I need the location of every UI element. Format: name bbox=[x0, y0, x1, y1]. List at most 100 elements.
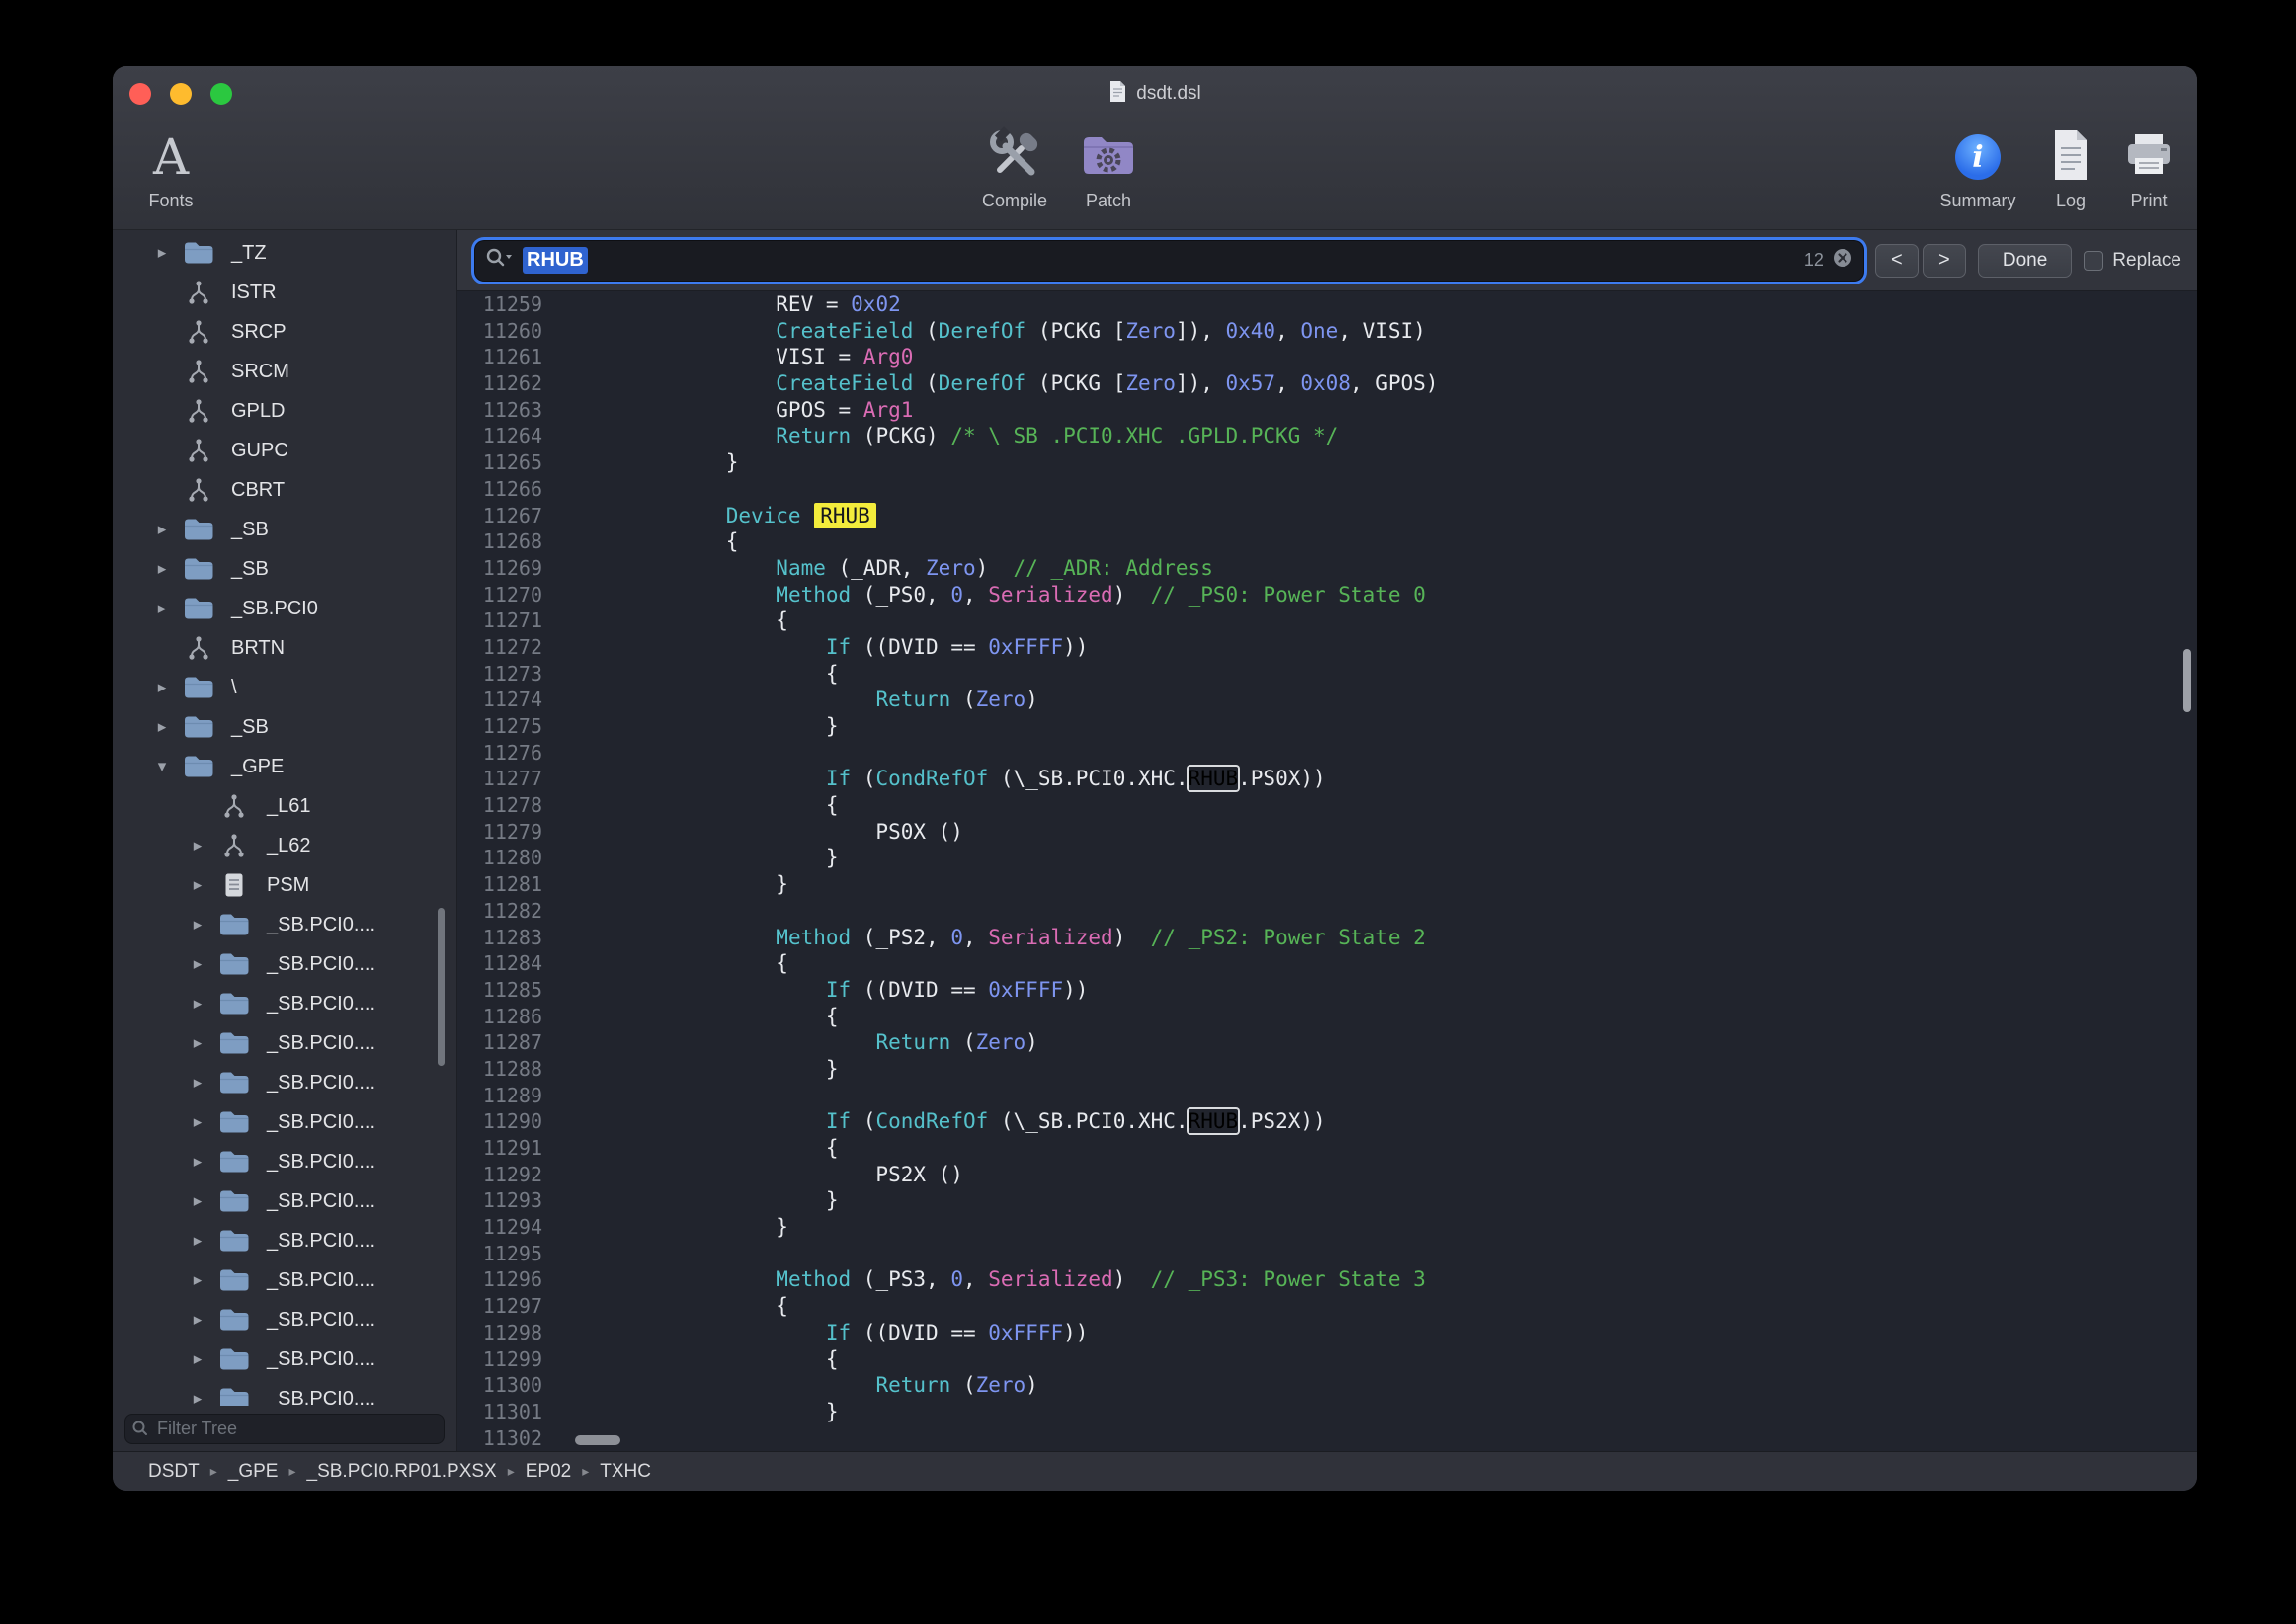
code-line[interactable]: 11298 If ((DVID == 0xFFFF)) bbox=[457, 1320, 2197, 1346]
code-line[interactable]: 11292 PS2X () bbox=[457, 1162, 2197, 1188]
tree-item[interactable]: SRCM bbox=[113, 352, 456, 391]
code-line[interactable]: 11269 Name (_ADR, Zero) // _ADR: Address bbox=[457, 555, 2197, 582]
code-line[interactable]: 11284 { bbox=[457, 950, 2197, 977]
tree-item[interactable]: ▸_TZ bbox=[113, 233, 456, 273]
tree-item[interactable]: _L61 bbox=[113, 786, 456, 826]
code-line[interactable]: 11296 Method (_PS3, 0, Serialized) // _P… bbox=[457, 1266, 2197, 1293]
code-line[interactable]: 11286 { bbox=[457, 1004, 2197, 1030]
patch-button[interactable]: Patch bbox=[1061, 122, 1156, 211]
code-line[interactable]: 11260 CreateField (DerefOf (PCKG [Zero])… bbox=[457, 318, 2197, 345]
code-line[interactable]: 11289 bbox=[457, 1083, 2197, 1109]
disclosure-triangle-icon[interactable]: ▸ bbox=[184, 875, 211, 895]
breadcrumb-item[interactable]: _SB.PCI0.RP01.PXSX bbox=[307, 1461, 497, 1483]
compile-button[interactable]: Compile bbox=[960, 122, 1069, 211]
code-line[interactable]: 11270 Method (_PS0, 0, Serialized) // _P… bbox=[457, 582, 2197, 609]
code-line[interactable]: 11264 Return (PCKG) /* \_SB_.PCI0.XHC_.G… bbox=[457, 423, 2197, 449]
disclosure-triangle-icon[interactable]: ▸ bbox=[184, 1112, 211, 1132]
minimize-window-button[interactable] bbox=[170, 83, 192, 105]
search-icon[interactable] bbox=[485, 247, 515, 274]
tree-item[interactable]: ▸_SB.PCI0.... bbox=[113, 944, 456, 984]
code-line[interactable]: 11267 Device RHUB bbox=[457, 503, 2197, 529]
disclosure-triangle-icon[interactable]: ▾ bbox=[148, 757, 176, 776]
disclosure-triangle-icon[interactable]: ▸ bbox=[148, 599, 176, 618]
breadcrumb-item[interactable]: _GPE bbox=[228, 1461, 279, 1483]
tree-item[interactable]: SRCP bbox=[113, 312, 456, 352]
breadcrumb-item[interactable]: DSDT bbox=[148, 1461, 200, 1483]
code-line[interactable]: 11272 If ((DVID == 0xFFFF)) bbox=[457, 634, 2197, 661]
code-line[interactable]: 11287 Return (Zero) bbox=[457, 1029, 2197, 1056]
code-line[interactable]: 11278 { bbox=[457, 792, 2197, 819]
code-line[interactable]: 11280 } bbox=[457, 845, 2197, 871]
disclosure-triangle-icon[interactable]: ▸ bbox=[184, 1191, 211, 1211]
done-button[interactable]: Done bbox=[1978, 244, 2072, 278]
code-line[interactable]: 11282 bbox=[457, 898, 2197, 925]
tree-item[interactable]: ▾_GPE bbox=[113, 747, 456, 786]
tree-item[interactable]: ▸_SB.PCI0.... bbox=[113, 1221, 456, 1260]
tree-item[interactable]: ▸_SB bbox=[113, 549, 456, 589]
disclosure-triangle-icon[interactable]: ▸ bbox=[184, 1310, 211, 1330]
disclosure-triangle-icon[interactable]: ▸ bbox=[184, 1033, 211, 1053]
code-line[interactable]: 11261 VISI = Arg0 bbox=[457, 344, 2197, 370]
code-line[interactable]: 11268 { bbox=[457, 528, 2197, 555]
disclosure-triangle-icon[interactable]: ▸ bbox=[184, 994, 211, 1014]
tree-item[interactable]: GUPC bbox=[113, 431, 456, 470]
disclosure-triangle-icon[interactable]: ▸ bbox=[148, 520, 176, 539]
code-line[interactable]: 11265 } bbox=[457, 449, 2197, 476]
close-window-button[interactable] bbox=[129, 83, 151, 105]
disclosure-triangle-icon[interactable]: ▸ bbox=[184, 1231, 211, 1251]
print-button[interactable]: Print bbox=[2106, 122, 2191, 211]
editor-horizontal-scrollbar[interactable] bbox=[575, 1435, 620, 1445]
breadcrumb-item[interactable]: TXHC bbox=[600, 1461, 651, 1483]
code-line[interactable]: 11290 If (CondRefOf (\_SB.PCI0.XHC.RHUB.… bbox=[457, 1108, 2197, 1135]
code-line[interactable]: 11281 } bbox=[457, 871, 2197, 898]
code-line[interactable]: 11279 PS0X () bbox=[457, 819, 2197, 846]
tree-item[interactable]: ▸_SB bbox=[113, 510, 456, 549]
summary-button[interactable]: i Summary bbox=[1917, 122, 2039, 211]
code-line[interactable]: 11277 If (CondRefOf (\_SB.PCI0.XHC.RHUB.… bbox=[457, 766, 2197, 792]
code-line[interactable]: 11285 If ((DVID == 0xFFFF)) bbox=[457, 977, 2197, 1004]
search-query[interactable]: RHUB bbox=[523, 247, 588, 274]
code-line[interactable]: 11276 bbox=[457, 740, 2197, 767]
disclosure-triangle-icon[interactable]: ▸ bbox=[184, 954, 211, 974]
disclosure-triangle-icon[interactable]: ▸ bbox=[184, 836, 211, 855]
code-line[interactable]: 11283 Method (_PS2, 0, Serialized) // _P… bbox=[457, 925, 2197, 951]
tree-item[interactable]: ▸_SB.PCI0.... bbox=[113, 1102, 456, 1142]
code-line[interactable]: 11274 Return (Zero) bbox=[457, 687, 2197, 713]
disclosure-triangle-icon[interactable]: ▸ bbox=[148, 559, 176, 579]
log-button[interactable]: Log bbox=[2031, 122, 2110, 211]
tree-item[interactable]: ▸_SB.PCI0 bbox=[113, 589, 456, 628]
tree-item[interactable]: ▸_SB.PCI0.... bbox=[113, 1023, 456, 1063]
tree-item[interactable]: ▸_SB.PCI0.... bbox=[113, 984, 456, 1023]
code-line[interactable]: 11263 GPOS = Arg1 bbox=[457, 397, 2197, 424]
disclosure-triangle-icon[interactable]: ▸ bbox=[184, 1073, 211, 1093]
code-line[interactable]: 11294 } bbox=[457, 1214, 2197, 1241]
sidebar-scrollbar[interactable] bbox=[438, 908, 445, 1066]
tree-item[interactable]: ▸_SB.PCI0.... bbox=[113, 1260, 456, 1300]
disclosure-triangle-icon[interactable]: ▸ bbox=[148, 243, 176, 263]
code-line[interactable]: 11301 } bbox=[457, 1399, 2197, 1425]
disclosure-triangle-icon[interactable]: ▸ bbox=[184, 1270, 211, 1290]
tree-item[interactable]: ▸\ bbox=[113, 668, 456, 707]
tree-item[interactable]: ▸_SB.PCI0.... bbox=[113, 1379, 456, 1406]
code-line[interactable]: 11262 CreateField (DerefOf (PCKG [Zero])… bbox=[457, 370, 2197, 397]
zoom-window-button[interactable] bbox=[210, 83, 232, 105]
editor-vertical-scrollbar[interactable] bbox=[2183, 649, 2191, 712]
code-line[interactable]: 11295 bbox=[457, 1241, 2197, 1267]
disclosure-triangle-icon[interactable]: ▸ bbox=[148, 678, 176, 697]
tree-item[interactable]: BRTN bbox=[113, 628, 456, 668]
tree-item[interactable]: ▸PSM bbox=[113, 865, 456, 905]
tree-item[interactable]: ISTR bbox=[113, 273, 456, 312]
code-line[interactable]: 11271 { bbox=[457, 608, 2197, 634]
titlebar[interactable]: dsdt.dsl bbox=[113, 66, 2197, 122]
breadcrumb-item[interactable]: EP02 bbox=[526, 1461, 571, 1483]
code-line[interactable]: 11300 Return (Zero) bbox=[457, 1372, 2197, 1399]
tree-item[interactable]: GPLD bbox=[113, 391, 456, 431]
tree-item[interactable]: ▸_L62 bbox=[113, 826, 456, 865]
tree-item[interactable]: ▸_SB.PCI0.... bbox=[113, 1063, 456, 1102]
tree-item[interactable]: ▸_SB.PCI0.... bbox=[113, 1181, 456, 1221]
previous-match-button[interactable]: < bbox=[1875, 244, 1919, 278]
code-line[interactable]: 11302 bbox=[457, 1425, 2197, 1451]
code-line[interactable]: 11259 REV = 0x02 bbox=[457, 291, 2197, 318]
code-line[interactable]: 11288 } bbox=[457, 1056, 2197, 1083]
disclosure-triangle-icon[interactable]: ▸ bbox=[148, 717, 176, 737]
